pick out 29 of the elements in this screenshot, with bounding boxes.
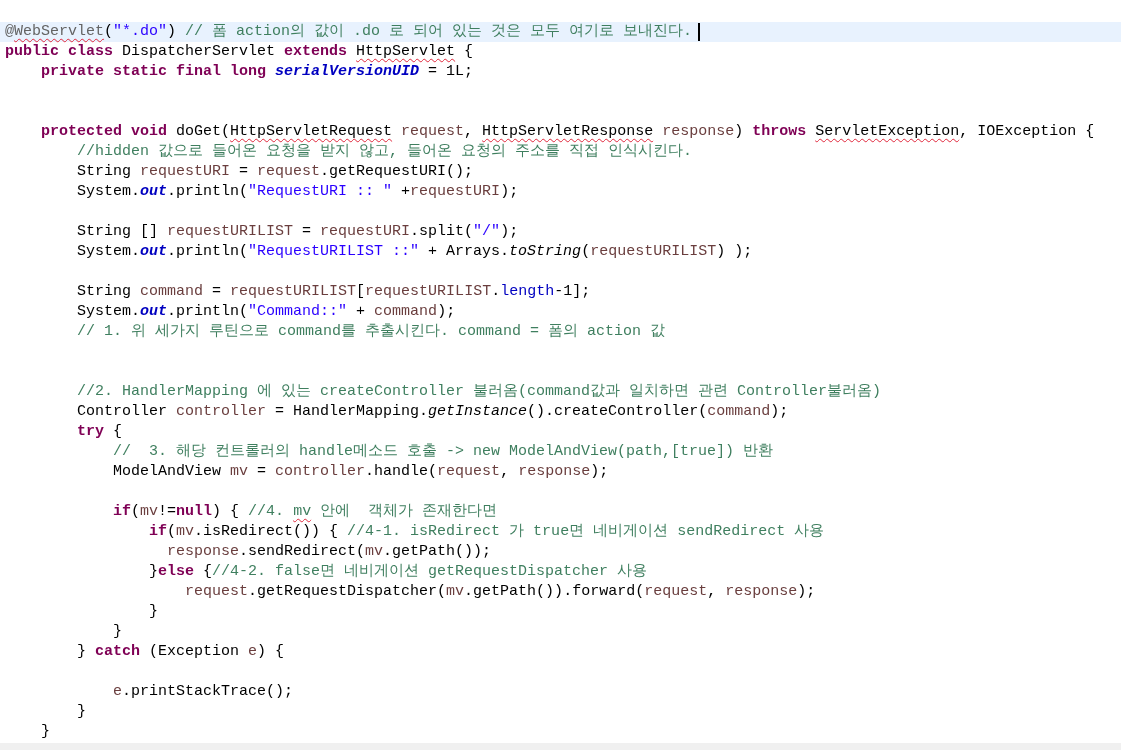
code-line: } [148, 602, 159, 622]
text-cursor [698, 23, 701, 41]
code-line: try { [76, 422, 123, 442]
code-line: String [] requestURILIST = requestURI.split("/"); [76, 222, 519, 242]
code-line: if(mv.isRedirect()) { //4-1. isRedirect 가 true면 네비게이션 sendRedirect 사용 [148, 522, 825, 542]
code-line: Controller controller = HandlerMapping.getInstance().createController(command); [76, 402, 789, 422]
code-line: System.out.println("RequestURILIST ::" + Arrays.toString(requestURILIST) ); [76, 242, 753, 262]
code-line: // 3. 해당 컨트롤러의 handle메소드 호출 -> new ModelAndView(path,[true]) 반환 [112, 442, 774, 462]
code-line: } [112, 622, 123, 642]
code-line: private static final long serialVersionUID = 1L; [40, 62, 474, 82]
code-line: // 1. 위 세가지 루틴으로 command를 추출시킨다. command = 폼의 action 값 [76, 322, 666, 342]
code-line: request.getRequestDispatcher(mv.getPath()).forward(request, response); [184, 582, 816, 602]
code-line: String command = requestURILIST[requestURILIST.length-1]; [76, 282, 591, 302]
code-line: System.out.println("RequestURI :: " +requestURI); [76, 182, 519, 202]
code-line: @WebServlet("*.do") // 폼 action의 값이 .do 로 되어 있는 것은 모두 여기로 보내진다. [5, 22, 693, 42]
code-line: } [76, 702, 86, 722]
code-line: }else {//4-2. false면 네비게이션 getRequestDispatcher 사용 [148, 562, 648, 582]
code-line: e.printStackTrace(); [112, 682, 294, 702]
code-line: protected void doGet(HttpServletRequest request, HttpServletResponse response) throws ServletException, IOException { [40, 122, 1095, 142]
code-line: } [40, 722, 50, 742]
code-line: response.sendRedirect(mv.getPath()); [166, 542, 492, 562]
code-line: public class DispatcherServlet extends HttpServlet { [5, 42, 474, 62]
code-line: ModelAndView mv = controller.handle(request, response); [112, 462, 609, 482]
code-line: String requestURI = request.getRequestURI(); [76, 162, 474, 182]
code-line: } catch (Exception e) { [76, 642, 285, 662]
code-line: if(mv!=null) { //4. mv 안에 객체가 존재한다면 [112, 502, 498, 522]
code-line: //2. HandlerMapping 에 있는 createController 불러옴(command값과 일치하면 관련 Controller불러옴) [76, 382, 882, 402]
code-line: System.out.println("Command::" + command); [76, 302, 456, 322]
code-line: //hidden 값으로 들어온 요청을 받지 않고, 들어온 요청의 주소를 직접 인식시킨다. [76, 142, 693, 162]
